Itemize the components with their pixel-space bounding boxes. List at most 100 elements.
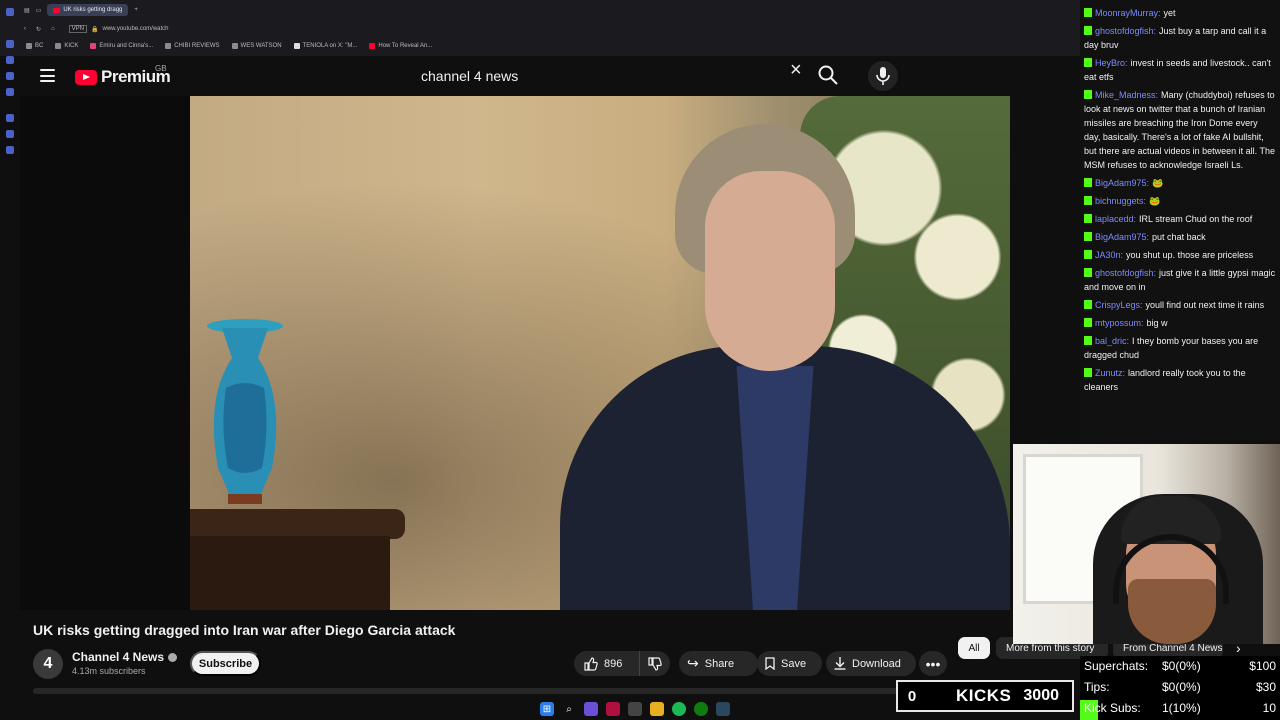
kick-badge-icon [1084,26,1092,35]
bookmark-item[interactable]: How To Reveal An... [369,42,432,49]
video-letterbox [20,96,190,610]
rail-icon[interactable] [6,56,14,64]
download-icon [834,657,846,670]
search-input[interactable]: channel 4 news [409,61,819,91]
share-button[interactable]: ↪ Share [679,651,758,676]
presenter-face [705,171,835,371]
superchats-label: Superchats: [1084,659,1149,673]
active-tab[interactable]: UK risks getting dragg [47,4,129,16]
chat-username: ghostofdogfish: [1095,26,1157,36]
more-actions-button[interactable]: ••• [919,651,947,676]
tips-value: $0(0%) [1162,680,1201,694]
rail-icon[interactable] [6,72,14,80]
chat-username: bal_dric: [1095,336,1130,346]
clear-search-icon[interactable]: × [790,60,802,80]
search-button[interactable] [816,63,840,87]
bookmark-icon [55,42,62,49]
chat-message: Zunutz: landlord really took you to the c… [1084,366,1276,394]
rail-icon[interactable] [6,114,14,122]
xbox-icon[interactable] [694,702,708,716]
channel-name: Channel 4 News [72,650,165,664]
chat-message: ghostofdogfish: Just buy a tarp and call … [1084,24,1276,52]
bookmark-item[interactable]: WES WATSON [231,42,282,49]
chat-username: CrispyLegs: [1095,300,1143,310]
tab-list-icon[interactable]: ▭ [36,7,42,14]
menu-icon[interactable] [40,69,55,82]
reload-icon[interactable]: ↻ [36,26,41,33]
kick-subs-value: 1(10%) [1162,701,1201,715]
tab-title: UK risks getting dragg [63,7,123,13]
chat-message: JA30n: you shut up. those are priceless [1084,248,1276,262]
opera-gx-icon[interactable] [584,702,598,716]
bookmark-item[interactable]: CHIBI REVIEWS [165,42,220,49]
chat-username: BigAdam975: [1095,178,1150,188]
chip-all[interactable]: All [958,637,990,659]
subscribe-button[interactable]: Subscribe [190,651,261,676]
bookmark-item[interactable]: BC [26,42,43,49]
bookmark-item[interactable]: Emiru and Cinna's... [90,42,153,49]
chat-text: IRL stream Chud on the roof [1139,214,1253,224]
lock-icon: 🔒 [91,26,99,33]
chat-emote: 🐸 [1152,178,1164,188]
description-box-edge[interactable] [33,688,1013,694]
kick-subs-row: Kick Subs: 1(10%) 10 [1084,701,1276,717]
mantel-shelf [190,509,405,539]
like-dislike-group: 896 [574,651,670,676]
save-label: Save [781,657,807,670]
chat-message: ghostofdogfish: just give it a little gyp… [1084,266,1276,294]
voice-search-button[interactable] [868,61,898,91]
bookmark-item[interactable]: TENIOLA on X: "M... [293,42,357,49]
youtube-play-icon [75,69,97,85]
x-logo-icon [293,42,300,49]
youtube-favicon-icon [369,42,376,49]
rail-icon[interactable] [6,130,14,138]
download-label: Download [852,657,901,670]
kick-badge-icon [1084,90,1092,99]
rail-icon[interactable] [6,88,14,96]
sidebar-toggle-icon[interactable]: ▤ [24,7,30,14]
new-tab-icon[interactable]: + [134,7,138,13]
file-explorer-icon[interactable] [650,702,664,716]
video-title: UK risks getting dragged into Iran war a… [33,622,456,638]
rail-icon[interactable] [6,146,14,154]
kicks-label: KICKS [956,686,1012,705]
chat-text: you shut up. those are priceless [1126,250,1254,260]
address-bar[interactable]: VPN 🔒 www.youtube.com/watch [65,23,365,35]
kicks-goal: 3000 [1023,687,1059,704]
dislike-button[interactable] [640,656,670,671]
verified-icon [168,653,178,662]
windows-start-icon[interactable]: ⊞ [540,702,554,716]
spotify-icon[interactable] [672,702,686,716]
back-icon[interactable]: ‹ [24,26,26,32]
search-query: channel 4 news [421,68,519,84]
kick-badge-icon [1084,250,1092,259]
steam-icon[interactable] [716,702,730,716]
settings-icon[interactable] [628,702,642,716]
bookmark-icon [765,657,775,670]
channel-name-link[interactable]: Channel 4 News [72,650,178,664]
kick-badge-icon [1084,368,1092,377]
chat-username: Zunutz: [1095,368,1126,378]
rail-icon[interactable] [6,8,14,16]
share-icon: ↪ [687,655,699,671]
streamer-webcam [1013,444,1280,644]
kick-subs-goal: 10 [1262,701,1276,715]
kick-badge-icon [1084,232,1092,241]
kick-badge-icon [1084,318,1092,327]
stream-goals-panel: Superchats: $0(0%) $100 Tips: $0(0%) $30… [1080,656,1280,720]
vpn-badge[interactable]: VPN [68,25,87,33]
video-player[interactable] [190,96,1010,610]
channel-avatar[interactable]: 4 [33,649,63,679]
chat-username: Mike_Madness: [1095,90,1159,100]
kick-badge-icon [1084,336,1092,345]
rail-icon[interactable] [6,40,14,48]
home-icon[interactable]: ⌂ [51,26,55,32]
like-button[interactable]: 896 [574,651,640,676]
kick-badge-icon [1084,214,1092,223]
kicks-count: 0 [907,687,917,705]
browser-icon[interactable] [606,702,620,716]
save-button[interactable]: Save [757,651,822,676]
download-button[interactable]: Download [826,651,916,676]
taskbar-search-icon[interactable]: ⌕ [562,702,576,716]
bookmark-item[interactable]: KICK [55,42,78,49]
